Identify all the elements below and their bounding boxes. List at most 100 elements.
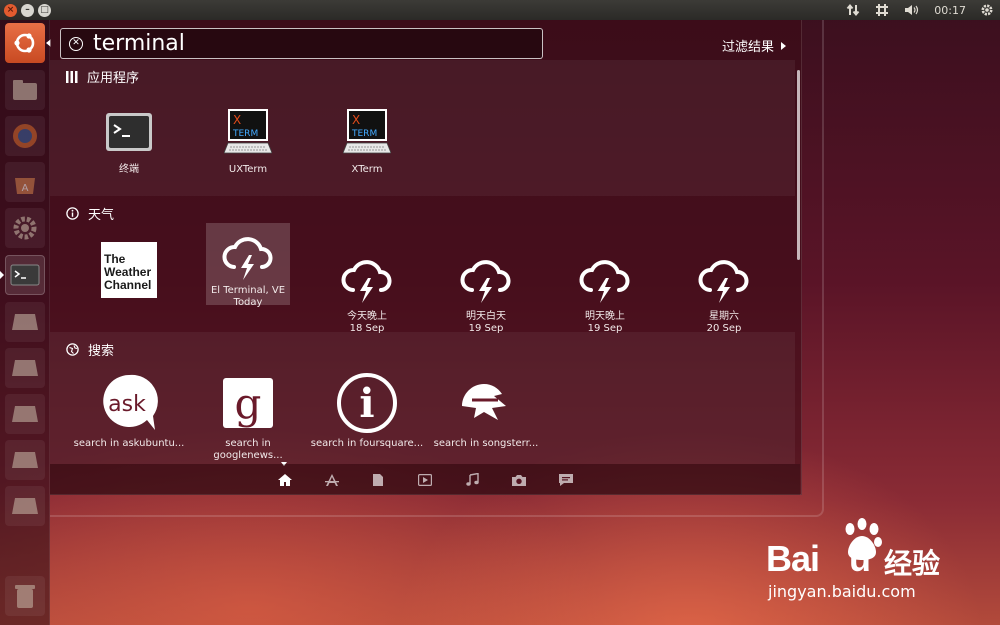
app-label: XTerm: [351, 164, 383, 175]
thunderstorm-icon: [222, 237, 273, 280]
xterm-icon: X TERM: [343, 109, 391, 154]
search-input[interactable]: [93, 31, 513, 56]
weather-day: Today: [233, 297, 263, 308]
lens-music-button[interactable]: [463, 471, 481, 489]
weather-tile[interactable]: El Terminal, VE Today: [206, 223, 290, 308]
lens-files-button[interactable]: [369, 471, 387, 489]
clear-search-icon[interactable]: ✕: [69, 36, 83, 51]
apps-section-title: 应用程序: [87, 71, 140, 86]
search-scope-label: search in foursquare...: [310, 438, 424, 449]
app-tile[interactable]: X TERM XTerm: [325, 100, 409, 176]
baidu-jingyan-text: 经验: [884, 547, 941, 580]
weather-tile[interactable]: 今天晚上 18 Sep: [325, 249, 409, 335]
weather-period: 今天晚上: [347, 311, 387, 322]
weather-channel-tile[interactable]: The Weather Channel: [87, 242, 171, 326]
files-icon: [373, 474, 383, 486]
apps-section: 应用程序 终端 X TERM UXTerm X TERM XTerm: [50, 60, 795, 196]
info-icon: [66, 207, 79, 220]
thunderstorm-icon: [460, 260, 511, 303]
launcher-drive-icon[interactable]: [5, 486, 45, 526]
baidu-url: jingyan.baidu.com: [768, 582, 916, 601]
apps-section-header[interactable]: 应用程序: [66, 67, 139, 86]
weather-tile[interactable]: 明天晚上 19 Sep: [563, 249, 647, 335]
dash-frame-edge[interactable]: [50, 495, 802, 517]
gear-icon[interactable]: [980, 3, 994, 17]
launcher-drive-icon[interactable]: [5, 348, 45, 388]
weather-period: 星期六: [709, 311, 739, 322]
search-scope-tile[interactable]: i search in foursquare...: [311, 368, 423, 450]
weather-tile[interactable]: 明天白天 19 Sep: [444, 249, 528, 335]
globe-icon: [66, 343, 79, 356]
weather-period: 明天白天: [466, 311, 506, 322]
songsterr-icon: [462, 384, 506, 420]
weather-section-header[interactable]: 天气: [66, 204, 114, 223]
svg-text:X: X: [352, 113, 360, 127]
dash-home-button[interactable]: [5, 23, 45, 63]
foursquare-info-icon: i: [337, 373, 397, 433]
svg-text:TERM: TERM: [351, 129, 377, 139]
launcher-drive-icon[interactable]: [5, 394, 45, 434]
thunderstorm-icon: [698, 260, 749, 303]
launcher-files-icon[interactable]: [5, 70, 45, 110]
video-icon: [418, 474, 432, 486]
applications-icon: [325, 474, 339, 486]
lens-home-button[interactable]: [276, 471, 294, 489]
weather-channel-logo: The Weather Channel: [101, 242, 157, 298]
launcher-settings-icon[interactable]: [5, 208, 45, 248]
chevron-right-icon: [781, 41, 787, 50]
volume-icon[interactable]: [904, 3, 920, 17]
dash-frame-edge[interactable]: [802, 20, 824, 517]
weather-period: 明天晚上: [585, 311, 625, 322]
xterm-icon: X TERM: [224, 109, 272, 154]
minimize-button[interactable]: –: [21, 3, 34, 17]
indicator-area: 00:17: [846, 0, 994, 20]
svg-text:ask: ask: [108, 392, 146, 417]
lens-social-button[interactable]: [557, 471, 575, 489]
weather-section: 天气 The Weather Channel El Terminal, VE T…: [50, 196, 795, 335]
filter-results-label: 过滤结果: [722, 40, 775, 55]
applications-category-icon: [66, 70, 78, 83]
close-button[interactable]: ×: [4, 3, 17, 17]
weather-channel-logo-line: Channel: [104, 278, 152, 292]
baidu-wordmark-part: u: [849, 538, 871, 579]
search-scope-label: search in songsterr...: [433, 438, 539, 449]
dash: ✕ 过滤结果 应用程序 终端 XTERM UXTerm XTERM XTerm …: [50, 20, 802, 495]
lens-photos-button[interactable]: [510, 471, 528, 489]
launcher-drive-icon[interactable]: [5, 302, 45, 342]
window-controls: × – □: [4, 3, 51, 17]
clock[interactable]: 00:17: [934, 4, 966, 17]
scrollbar[interactable]: [797, 70, 800, 260]
search-scope-label: googlenews...: [213, 450, 283, 461]
baidu-wordmark-part: Bai: [766, 538, 820, 579]
ubuntu-logo-icon: [14, 33, 35, 53]
askubuntu-icon: ask: [103, 374, 158, 430]
filter-results-button[interactable]: 过滤结果: [722, 36, 787, 55]
maximize-button[interactable]: □: [38, 3, 51, 17]
app-tile[interactable]: 终端: [87, 100, 171, 176]
launcher-trash-icon[interactable]: [5, 576, 45, 616]
launcher-firefox-icon[interactable]: [5, 116, 45, 156]
launcher-drive-icon[interactable]: [5, 440, 45, 480]
network-icon[interactable]: [846, 3, 860, 17]
search-scope-tile[interactable]: search in songsterr...: [434, 368, 538, 450]
keyboard-input-icon[interactable]: [874, 3, 890, 17]
search-box[interactable]: ✕: [60, 28, 543, 59]
lens-bar: [50, 464, 800, 495]
search-section-title: 搜索: [88, 344, 115, 359]
weather-tile[interactable]: 星期六 20 Sep: [682, 249, 766, 335]
search-scope-tile[interactable]: ask search in askubuntu...: [74, 368, 184, 450]
launcher-terminal-icon[interactable]: [5, 255, 45, 295]
baidu-watermark: Bai u 经验 jingyan.baidu.com: [766, 518, 996, 608]
lens-video-button[interactable]: [416, 471, 434, 489]
search-scope-tile[interactable]: g search in googlenews...: [206, 368, 290, 462]
search-section-header[interactable]: 搜索: [66, 340, 114, 359]
music-icon: [466, 473, 479, 486]
launcher-software-center-icon[interactable]: A: [5, 162, 45, 202]
app-tile[interactable]: X TERM UXTerm: [206, 100, 290, 176]
lens-applications-button[interactable]: [323, 471, 341, 489]
svg-text:TERM: TERM: [232, 129, 258, 139]
weather-section-title: 天气: [88, 208, 115, 223]
terminal-icon: [106, 113, 152, 151]
social-icon: [559, 474, 573, 486]
launcher: A: [0, 20, 51, 625]
